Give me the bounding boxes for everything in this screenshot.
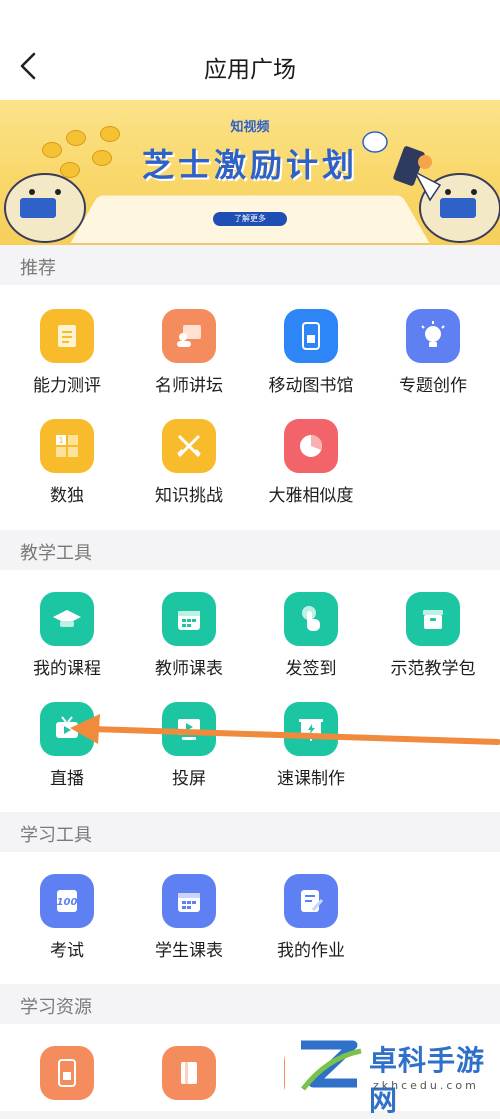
- app-item-knowledge-challenge[interactable]: 知识挑战: [124, 419, 254, 519]
- calendar-icon: [162, 592, 216, 646]
- app-item-label: 大雅相似度: [268, 486, 354, 506]
- package-icon: [406, 592, 460, 646]
- watermark: 卓科手游网 zkhcedu.com: [285, 1025, 500, 1117]
- app-header: 应用广场: [0, 0, 500, 100]
- app-item-my-courses[interactable]: 我的课程: [2, 592, 132, 692]
- app-item-sudoku[interactable]: 1 数独: [2, 419, 132, 519]
- section-title: 学习资源: [20, 997, 92, 1018]
- section-header-learning-resources: 学习资源: [0, 984, 500, 1024]
- section-title: 学习工具: [20, 825, 92, 846]
- app-item-demo-teaching-package[interactable]: 示范教学包: [368, 592, 498, 692]
- promo-banner[interactable]: 知视频 芝士激励计划 了解更多: [0, 100, 500, 245]
- app-item-live-stream[interactable]: 直播: [2, 702, 132, 802]
- app-item-quick-lesson[interactable]: 速课制作: [246, 702, 376, 802]
- app-item-daya-similarity[interactable]: 大雅相似度: [246, 419, 376, 519]
- section-recommend: 能力测评 名师讲坛 移动图书馆 专题创作 1 数独 知识挑战 大雅相似度: [0, 285, 500, 530]
- section-title: 推荐: [20, 258, 56, 279]
- section-title: 教学工具: [20, 543, 92, 564]
- section-teaching-tools: 我的课程 教师课表 发签到 示范教学包 直播 投屏 速课制作: [0, 570, 500, 812]
- section-header-recommend: 推荐: [0, 245, 500, 285]
- watermark-logo-icon: [301, 1040, 362, 1091]
- app-item-ability-assessment[interactable]: 能力测评: [2, 309, 132, 409]
- screen-cast-icon: [162, 702, 216, 756]
- crossed-swords-icon: [162, 419, 216, 473]
- app-item-screen-cast[interactable]: 投屏: [124, 702, 254, 802]
- svg-text:100: 100: [57, 897, 78, 908]
- lightbulb-icon: [406, 309, 460, 363]
- book-icon: [162, 1046, 216, 1100]
- app-item-my-homework[interactable]: 我的作业: [246, 874, 376, 974]
- presentation-icon: [284, 702, 338, 756]
- banner-learn-more-button[interactable]: 了解更多: [213, 212, 287, 226]
- pie-chart-icon: [284, 419, 338, 473]
- app-item-student-schedule[interactable]: 学生课表: [124, 874, 254, 974]
- document-icon: [40, 309, 94, 363]
- banner-brand: 知视频: [230, 120, 270, 135]
- page-title: 应用广场: [204, 57, 296, 83]
- banner-headline: 芝士激励计划: [141, 146, 358, 184]
- homework-edit-icon: [284, 874, 338, 928]
- app-item-label: 我的作业: [277, 941, 345, 961]
- watermark-url: zkhcedu.com: [373, 1079, 479, 1092]
- app-item-label: 示范教学包: [390, 659, 476, 679]
- app-item-topic-creation[interactable]: 专题创作: [368, 309, 498, 409]
- app-item-resource-1[interactable]: [2, 1046, 132, 1111]
- section-header-teaching-tools: 教学工具: [0, 530, 500, 570]
- tap-hand-icon: [284, 592, 338, 646]
- app-item-label: 速课制作: [277, 769, 345, 789]
- app-item-mobile-library[interactable]: 移动图书馆: [246, 309, 376, 409]
- app-item-teacher-schedule[interactable]: 教师课表: [124, 592, 254, 692]
- sudoku-grid-icon: 1: [40, 419, 94, 473]
- app-item-issue-sign-in[interactable]: 发签到: [246, 592, 376, 692]
- lecturer-icon: [162, 309, 216, 363]
- exam-score-icon: 100: [40, 874, 94, 928]
- app-item-resource-2[interactable]: [124, 1046, 254, 1111]
- section-header-learning-tools: 学习工具: [0, 812, 500, 852]
- app-item-famous-teacher[interactable]: 名师讲坛: [124, 309, 254, 409]
- mobile-library-icon: [40, 1046, 94, 1100]
- tv-live-icon: [40, 702, 94, 756]
- mobile-library-icon: [284, 309, 338, 363]
- graduation-cap-icon: [40, 592, 94, 646]
- section-learning-tools: 100 考试 学生课表 我的作业: [0, 852, 500, 984]
- svg-text:1: 1: [58, 436, 63, 445]
- app-item-label: 专题创作: [399, 376, 467, 396]
- app-item-exam[interactable]: 100 考试: [2, 874, 132, 974]
- calendar-icon: [162, 874, 216, 928]
